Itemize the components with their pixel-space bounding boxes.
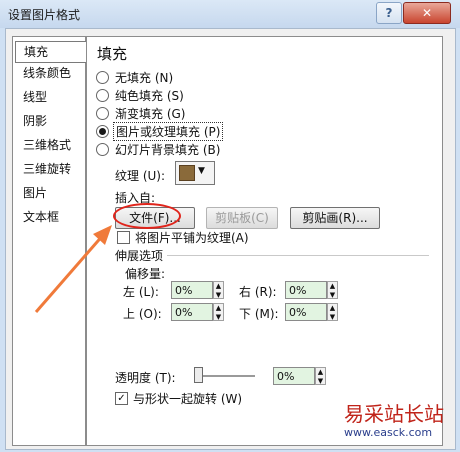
fill-panel: 填充 无填充 (N) 纯色填充 (S) 渐变填充 (G) 图片或纹理填充 (P)… — [86, 36, 443, 446]
sidebar-item-shadow[interactable]: 阴影 — [15, 111, 89, 131]
sidebar-item-picture[interactable]: 图片 — [15, 183, 89, 203]
annotation-arrow — [34, 225, 112, 313]
bottom-offset-stepper[interactable]: ▲ ▼ — [327, 303, 338, 321]
radio-picture-fill-label: 图片或纹理填充 (P) — [113, 122, 224, 141]
radio-gradient-fill-label: 渐变填充 (G) — [115, 107, 186, 121]
left-offset-label: 左 (L): — [123, 285, 159, 299]
window-title: 设置图片格式 — [8, 8, 81, 22]
sidebar-item-3d-format[interactable]: 三维格式 — [15, 135, 89, 155]
right-offset-input[interactable]: 0% — [285, 281, 327, 299]
radio-no-fill[interactable] — [96, 71, 109, 84]
right-offset-stepper[interactable]: ▲ ▼ — [327, 281, 338, 299]
transparency-slider-track — [197, 375, 255, 377]
texture-swatch-icon — [179, 165, 195, 181]
sidebar-item-line-color[interactable]: 线条颜色 — [15, 63, 89, 83]
bottom-offset-input[interactable]: 0% — [285, 303, 327, 321]
help-button[interactable]: ? — [376, 2, 402, 24]
clipart-button[interactable]: 剪贴画(R)... — [290, 207, 380, 229]
chevron-down-icon: ▼ — [198, 166, 205, 176]
section-divider — [167, 255, 429, 256]
transparency-label: 透明度 (T): — [115, 371, 176, 385]
radio-no-fill-label: 无填充 (N) — [115, 71, 174, 85]
radio-solid-fill-label: 纯色填充 (S) — [115, 89, 184, 103]
sidebar-item-3d-rotation[interactable]: 三维旋转 — [15, 159, 89, 179]
panel-heading: 填充 — [97, 45, 128, 63]
stretch-options-label: 伸展选项 — [115, 249, 164, 263]
close-button[interactable]: ✕ — [403, 2, 451, 24]
bottom-offset-label: 下 (M): — [239, 307, 279, 321]
texture-dropdown[interactable]: ▼ — [175, 161, 215, 185]
rotate-with-shape-label: 与形状一起旋转 (W) — [133, 392, 243, 406]
transparency-slider-thumb[interactable] — [194, 367, 203, 383]
right-offset-label: 右 (R): — [239, 285, 277, 299]
radio-solid-fill[interactable] — [96, 89, 109, 102]
top-offset-label: 上 (O): — [123, 307, 162, 321]
offsets-label: 偏移量: — [125, 267, 166, 281]
clipboard-button[interactable]: 剪贴板(C) — [206, 207, 278, 229]
tile-checkbox-label: 将图片平铺为纹理(A) — [135, 231, 249, 245]
top-offset-input[interactable]: 0% — [171, 303, 213, 321]
watermark-url: www.easck.com — [344, 426, 433, 439]
radio-slide-background-fill-label: 幻灯片背景填充 (B) — [115, 143, 221, 157]
top-offset-stepper[interactable]: ▲ ▼ — [213, 303, 224, 321]
highlight-circle — [113, 203, 181, 229]
left-offset-input[interactable]: 0% — [171, 281, 213, 299]
rotate-with-shape-checkbox[interactable]: ✓ — [115, 392, 128, 405]
arrow-shaft — [34, 233, 106, 313]
watermark-text: 易采站长站 — [344, 402, 444, 426]
transparency-input[interactable]: 0% — [273, 367, 315, 385]
texture-label: 纹理 (U): — [115, 169, 166, 183]
sidebar-item-fill[interactable]: 填充 — [15, 41, 91, 63]
title-bar: 设置图片格式 ? ✕ — [0, 0, 460, 28]
transparency-stepper[interactable]: ▲ ▼ — [315, 367, 326, 385]
radio-gradient-fill[interactable] — [96, 107, 109, 120]
radio-picture-fill[interactable] — [96, 125, 109, 138]
sidebar-item-line-style[interactable]: 线型 — [15, 87, 89, 107]
radio-slide-background-fill[interactable] — [96, 143, 109, 156]
left-offset-stepper[interactable]: ▲ ▼ — [213, 281, 224, 299]
